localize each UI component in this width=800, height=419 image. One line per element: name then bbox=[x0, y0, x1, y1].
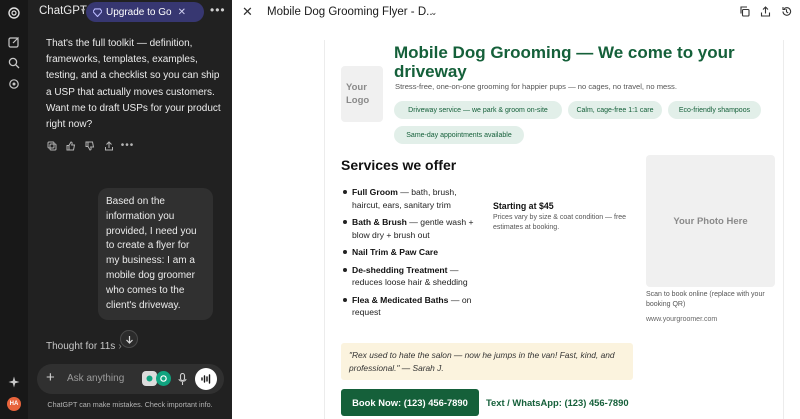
price-note: Prices vary by size & coat condition — f… bbox=[493, 214, 627, 231]
chevron-right-icon: › bbox=[118, 341, 122, 352]
service-name: De-shedding Treatment bbox=[352, 264, 448, 275]
history-icon[interactable] bbox=[780, 5, 792, 17]
service-item: De-shedding Treatment — reduces loose ha… bbox=[341, 264, 481, 289]
text-whatsapp-link[interactable]: Text / WhatsApp: (123) 456-7890 bbox=[486, 397, 629, 408]
chevron-down-icon[interactable]: ⌄ bbox=[430, 7, 438, 18]
thumbs-up-icon[interactable] bbox=[65, 140, 76, 151]
more-actions-icon[interactable]: ••• bbox=[121, 140, 134, 151]
arrow-down-icon bbox=[125, 335, 133, 344]
canvas-header: ✕ Mobile Dog Grooming Flyer - D... ⌄ bbox=[232, 0, 800, 26]
copy-icon[interactable] bbox=[46, 140, 57, 151]
logo-placeholder: Your Logo bbox=[341, 66, 383, 122]
share-icon[interactable] bbox=[759, 5, 771, 17]
thought-label: Thought for 11s bbox=[46, 341, 116, 352]
flyer-tagline: Stress-free, one-on-one grooming for hap… bbox=[395, 82, 677, 91]
feature-chip: Driveway service — we park & groom on-si… bbox=[394, 101, 562, 119]
upgrade-label: Upgrade to Go bbox=[106, 6, 172, 18]
assistant-message: That's the full toolkit — definition, fr… bbox=[46, 38, 221, 131]
library-icon[interactable] bbox=[6, 76, 22, 92]
scroll-down-button[interactable] bbox=[120, 330, 138, 348]
services-list: Full Groom — bath, brush, haircut, ears,… bbox=[341, 186, 481, 324]
search-icon[interactable] bbox=[6, 55, 22, 71]
service-name: Nail Trim & Paw Care bbox=[352, 247, 438, 257]
tool-badge-icon[interactable] bbox=[142, 371, 157, 386]
canvas-title[interactable]: Mobile Dog Grooming Flyer - D... bbox=[267, 6, 436, 18]
feature-chip: Eco-friendly shampoos bbox=[668, 101, 761, 119]
testimonial: "Rex used to hate the salon — now he jum… bbox=[341, 343, 633, 380]
qr-scan-text: Scan to book online (replace with your b… bbox=[646, 291, 765, 308]
canvas-toolbar bbox=[738, 5, 792, 17]
microphone-icon[interactable] bbox=[176, 372, 188, 386]
website-url: www.yourgroomer.com bbox=[646, 316, 718, 323]
upgrade-button[interactable]: Upgrade to Go ✕ bbox=[86, 2, 204, 22]
service-item: Flea & Medicated Baths — on request bbox=[341, 294, 481, 319]
chat-panel: ChatGPT ▾ Upgrade to Go ✕ ••• That's the… bbox=[28, 0, 232, 419]
chatgpt-logo-icon[interactable] bbox=[6, 5, 22, 21]
sidebar-rail: HA bbox=[0, 0, 28, 419]
user-message: Based on the information you provided, I… bbox=[98, 188, 213, 321]
photo-placeholder: Your Photo Here bbox=[646, 155, 775, 287]
chevron-down-icon[interactable]: ▾ bbox=[81, 6, 85, 15]
new-chat-icon[interactable] bbox=[6, 34, 22, 50]
flyer-headline: Mobile Dog Grooming — We come to your dr… bbox=[394, 43, 735, 81]
close-icon[interactable]: ✕ bbox=[178, 7, 186, 18]
tool-badge-icon[interactable] bbox=[156, 371, 171, 386]
voice-mode-button[interactable] bbox=[195, 368, 217, 390]
avatar[interactable]: HA bbox=[7, 397, 21, 411]
service-item: Full Groom — bath, brush, haircut, ears,… bbox=[341, 186, 481, 211]
service-item: Bath & Brush — gentle wash + blow dry + … bbox=[341, 216, 481, 241]
more-options-icon[interactable]: ••• bbox=[210, 3, 226, 17]
share-icon[interactable] bbox=[103, 140, 114, 151]
thought-toggle[interactable]: Thought for 11s › bbox=[46, 341, 122, 352]
waveform-icon bbox=[200, 374, 210, 384]
book-now-button[interactable]: Book Now: (123) 456-7890 bbox=[341, 389, 479, 416]
message-actions: ••• bbox=[46, 140, 133, 151]
service-name: Flea & Medicated Baths bbox=[352, 294, 449, 305]
service-name: Full Groom bbox=[352, 187, 398, 197]
price-heading: Starting at $45 bbox=[493, 201, 554, 211]
thumbs-down-icon[interactable] bbox=[84, 140, 95, 151]
chat-header: ChatGPT ▾ Upgrade to Go ✕ ••• bbox=[28, 0, 232, 24]
composer: + Ask anything bbox=[37, 364, 224, 394]
feature-chip: Calm, cage-free 1:1 care bbox=[568, 101, 662, 119]
gem-icon bbox=[93, 7, 102, 17]
sparkle-icon[interactable] bbox=[6, 374, 22, 390]
service-name: Bath & Brush bbox=[352, 217, 407, 227]
service-item: Nail Trim & Paw Care bbox=[341, 246, 481, 259]
feature-chip: Same-day appointments available bbox=[394, 126, 524, 144]
app-title[interactable]: ChatGPT bbox=[39, 5, 87, 17]
close-icon[interactable]: ✕ bbox=[242, 4, 253, 20]
services-heading: Services we offer bbox=[341, 157, 457, 173]
disclaimer-text: ChatGPT can make mistakes. Check importa… bbox=[47, 400, 213, 409]
composer-input[interactable]: Ask anything bbox=[67, 373, 124, 384]
copy-icon[interactable] bbox=[738, 5, 750, 17]
plus-icon[interactable]: + bbox=[46, 370, 55, 386]
